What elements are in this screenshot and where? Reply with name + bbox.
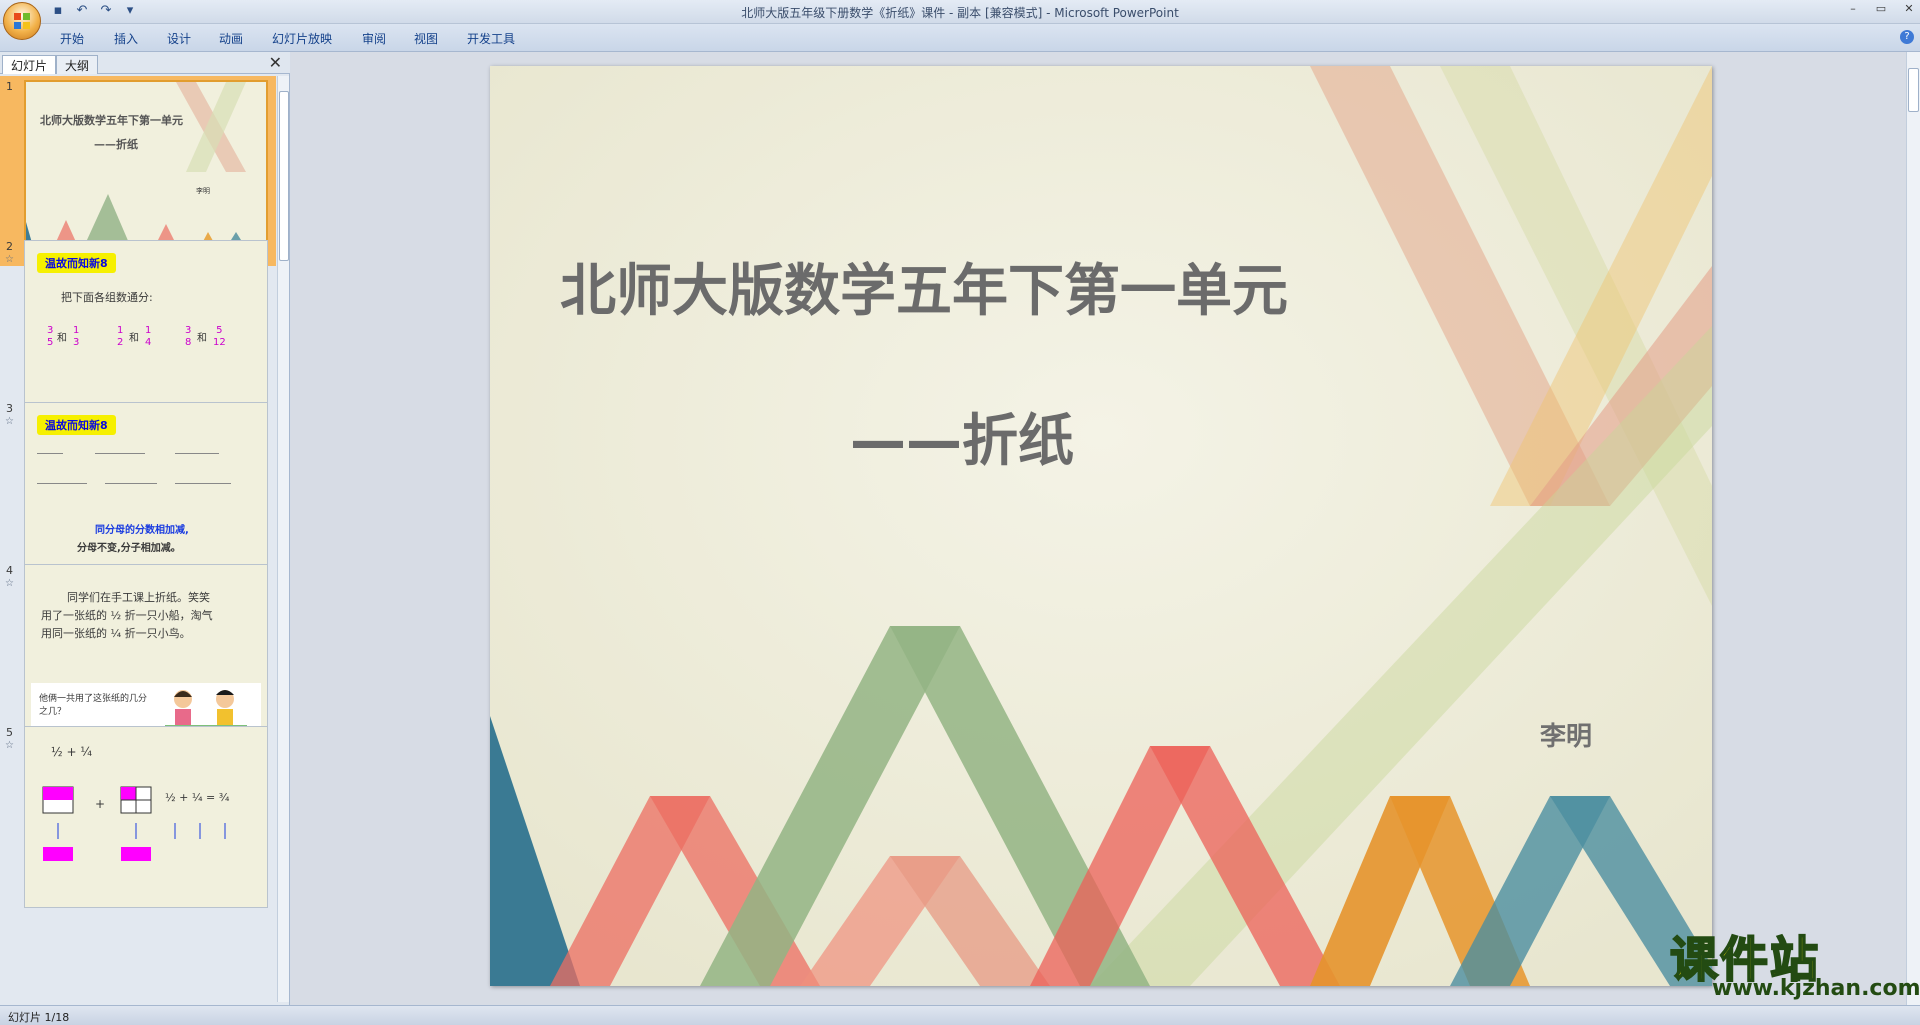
thumbnail-canvas: ½ + ¼ ½ + ¼ = ¾ +	[24, 726, 268, 908]
thumbnail-list: 1 北师大版数学五年下第一单元 ——折纸 李明 2 ☆ 温故而知新8 把下面各组…	[0, 76, 276, 1002]
watermark-url: www.kjzhan.com	[1712, 976, 1920, 1001]
fraction: 5 12	[213, 325, 226, 348]
thumb-badge: 温故而知新8	[37, 253, 116, 273]
thumb-author: 李明	[196, 187, 210, 195]
slide-subtitle[interactable]: ——折纸	[850, 396, 1074, 477]
slide-editing-area: 北师大版数学五年下第一单元 ——折纸 李明	[291, 52, 1906, 1005]
tab-view[interactable]: 视图	[414, 30, 438, 47]
fraction: 14	[145, 325, 152, 348]
fraction-bars-graphic	[42, 786, 226, 861]
thumbnail-decoration	[26, 82, 254, 260]
thumb-expression: ½ + ¼	[51, 745, 92, 759]
thumb-and: 和	[129, 333, 139, 344]
watermark-logo: 课件站 www.kjzhan.com	[1669, 920, 1920, 1002]
tab-animations[interactable]: 动画	[219, 30, 243, 47]
slide-count-status: 幻灯片 1/18	[8, 1011, 70, 1024]
thumb-and: 和	[197, 333, 207, 344]
thumbnail-canvas: 北师大版数学五年下第一单元 ——折纸 李明	[24, 80, 268, 262]
slide-author[interactable]: 李明	[1540, 716, 1592, 753]
scrollbar-thumb[interactable]	[279, 91, 289, 261]
office-button[interactable]	[3, 2, 41, 40]
slide-number: 5	[6, 726, 13, 739]
scrollbar-thumb[interactable]	[1908, 68, 1919, 112]
maximize-button[interactable]: ▭	[1874, 2, 1888, 15]
help-icon[interactable]: ?	[1900, 30, 1914, 44]
animation-star-icon: ☆	[5, 254, 14, 265]
tab-home[interactable]: 开始	[60, 30, 84, 47]
fraction: 13	[73, 325, 80, 348]
panel-close-icon[interactable]: ✕	[269, 53, 282, 72]
thumb-subtitle: ——折纸	[94, 138, 138, 151]
thumb-line-1: 同学们在手工课上折纸。笑笑	[67, 591, 210, 604]
thumb-and: 和	[57, 333, 67, 344]
fraction: 35	[47, 325, 54, 348]
thumbnail-scrollbar[interactable]	[277, 76, 289, 1002]
thumb-bubble: 他俩一共用了这张纸的几分之几？	[39, 694, 148, 717]
tab-insert[interactable]: 插入	[114, 30, 138, 47]
ribbon-tab-bar: 开始 插入 设计 动画 幻灯片放映 审阅 视图 开发工具 ?	[0, 24, 1920, 52]
animation-star-icon: ☆	[5, 740, 14, 751]
slide-background-graphic	[490, 66, 1712, 986]
fraction: 38	[185, 325, 192, 348]
tab-review[interactable]: 审阅	[362, 30, 386, 47]
thumb-rule-2: 分母不变,分子相加减。	[77, 543, 181, 554]
animation-star-icon: ☆	[5, 578, 14, 589]
status-bar: 幻灯片 1/18	[0, 1005, 1920, 1025]
thumb-line-2: 用了一张纸的 ½ 折一只小船，淘气	[41, 609, 213, 622]
minimize-button[interactable]: –	[1846, 2, 1860, 15]
thumbnail-canvas: 同学们在手工课上折纸。笑笑 用了一张纸的 ½ 折一只小船，淘气 用同一张纸的 ¼…	[24, 564, 268, 746]
thumb-text: 把下面各组数通分:	[61, 291, 153, 304]
title-bar: ▪ ↶ ↷ ▾ 北师大版五年级下册数学《折纸》课件 - 副本 [兼容模式] - …	[0, 0, 1920, 24]
slide-number: 1	[6, 80, 13, 93]
animation-star-icon: ☆	[5, 416, 14, 427]
tab-outline[interactable]: 大纲	[56, 55, 99, 74]
fraction-equations-graphic	[37, 453, 231, 484]
tab-slideshow[interactable]: 幻灯片放映	[272, 30, 332, 47]
thumb-title: 北师大版数学五年下第一单元	[40, 114, 183, 127]
tab-slides[interactable]: 幻灯片	[2, 55, 57, 74]
tab-design[interactable]: 设计	[167, 30, 191, 47]
tab-developer[interactable]: 开发工具	[467, 30, 515, 47]
powerpoint-window: ▪ ↶ ↷ ▾ 北师大版五年级下册数学《折纸》课件 - 副本 [兼容模式] - …	[0, 0, 1920, 1025]
office-logo-icon	[14, 13, 30, 29]
slides-panel: 幻灯片 大纲 ✕ 1 北师大版数学五年下第一单元 ——折纸 李明 2 ☆ 温故而…	[0, 52, 290, 1005]
close-button[interactable]: ✕	[1902, 2, 1916, 15]
thumb-rule-1: 同分母的分数相加减,	[95, 525, 189, 536]
slide-number: 4	[6, 564, 13, 577]
thumbnail-slide-5[interactable]: 5 ☆ ½ + ¼ ½ + ¼ = ¾ +	[0, 722, 276, 912]
slide-title[interactable]: 北师大版数学五年下第一单元	[560, 246, 1360, 327]
window-controls: – ▭ ✕	[1846, 2, 1916, 15]
thumbnail-canvas: 温故而知新8 同分母的分数相加减, 分母不变,分子相加减。	[24, 402, 268, 584]
thumbnail-canvas: 温故而知新8 把下面各组数通分: 35 和 13 12 和 14 38 和 51…	[24, 240, 268, 422]
window-title: 北师大版五年级下册数学《折纸》课件 - 副本 [兼容模式] - Microsof…	[741, 6, 1179, 20]
slide-scrollbar[interactable]	[1906, 52, 1920, 1005]
thumb-line-3: 用同一张纸的 ¼ 折一只小鸟。	[41, 627, 191, 640]
fraction: 12	[117, 325, 124, 348]
panel-tabs: 幻灯片 大纲 ✕	[0, 52, 290, 74]
thumb-badge: 温故而知新8	[37, 415, 116, 435]
slide-number: 2	[6, 240, 13, 253]
slide-number: 3	[6, 402, 13, 415]
current-slide[interactable]: 北师大版数学五年下第一单元 ——折纸 李明	[490, 66, 1712, 986]
